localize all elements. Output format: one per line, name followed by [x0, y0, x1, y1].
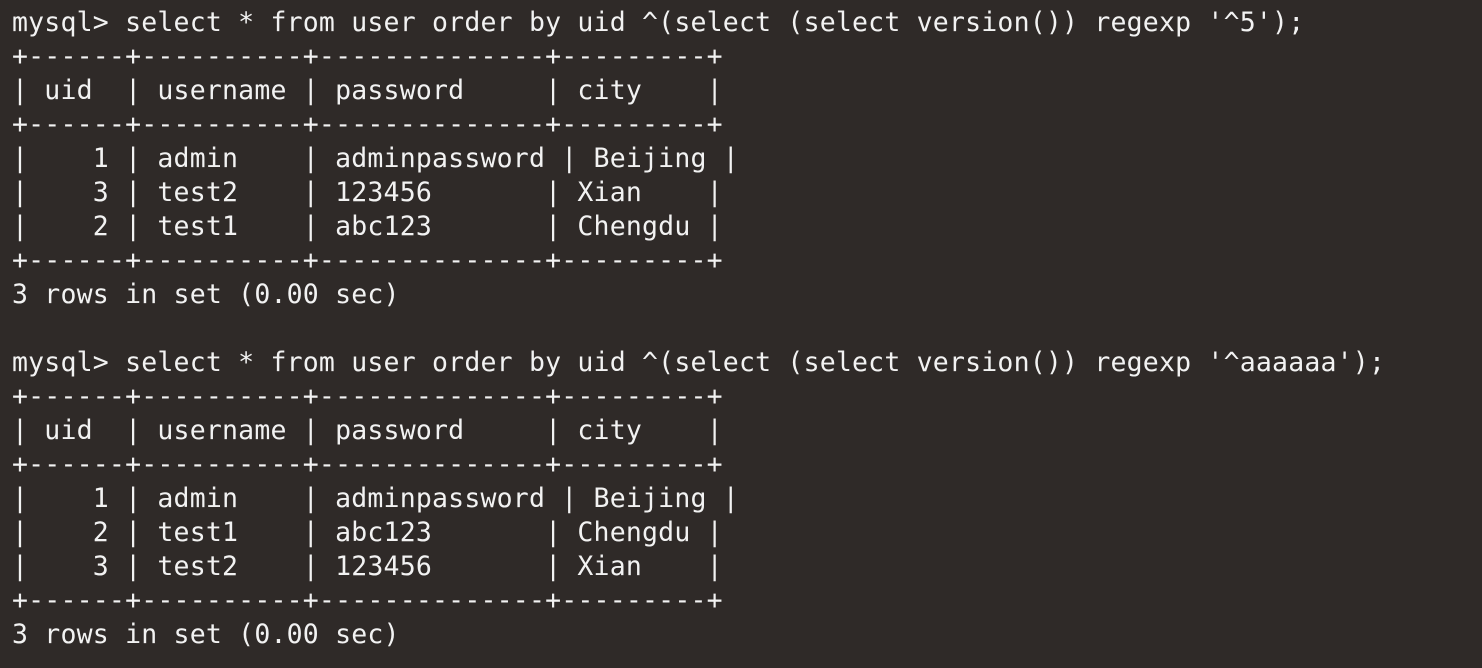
table-header: | uid | username | password | city |: [12, 415, 723, 446]
table-border-top: +------+----------+--------------+------…: [12, 41, 723, 72]
table-row: | 2 | test1 | abc123 | Chengdu |: [12, 211, 723, 242]
table-border-bottom: +------+----------+--------------+------…: [12, 245, 723, 276]
table-border-bottom: +------+----------+--------------+------…: [12, 585, 723, 616]
result-summary: 3 rows in set (0.00 sec): [12, 619, 400, 650]
command-line: mysql> select * from user order by uid ^…: [12, 7, 1305, 38]
command-line: mysql> select * from user order by uid ^…: [12, 347, 1386, 378]
table-border-mid: +------+----------+--------------+------…: [12, 109, 723, 140]
terminal-window[interactable]: mysql> select * from user order by uid ^…: [0, 0, 1482, 668]
table-header: | uid | username | password | city |: [12, 75, 723, 106]
table-row: | 3 | test2 | 123456 | Xian |: [12, 551, 723, 582]
table-row: | 2 | test1 | abc123 | Chengdu |: [12, 517, 723, 548]
table-border-top: +------+----------+--------------+------…: [12, 381, 723, 412]
result-summary: 3 rows in set (0.00 sec): [12, 279, 400, 310]
table-row: | 3 | test2 | 123456 | Xian |: [12, 177, 723, 208]
table-border-mid: +------+----------+--------------+------…: [12, 449, 723, 480]
table-row: | 1 | admin | adminpassword | Beijing |: [12, 143, 739, 174]
table-row: | 1 | admin | adminpassword | Beijing |: [12, 483, 739, 514]
